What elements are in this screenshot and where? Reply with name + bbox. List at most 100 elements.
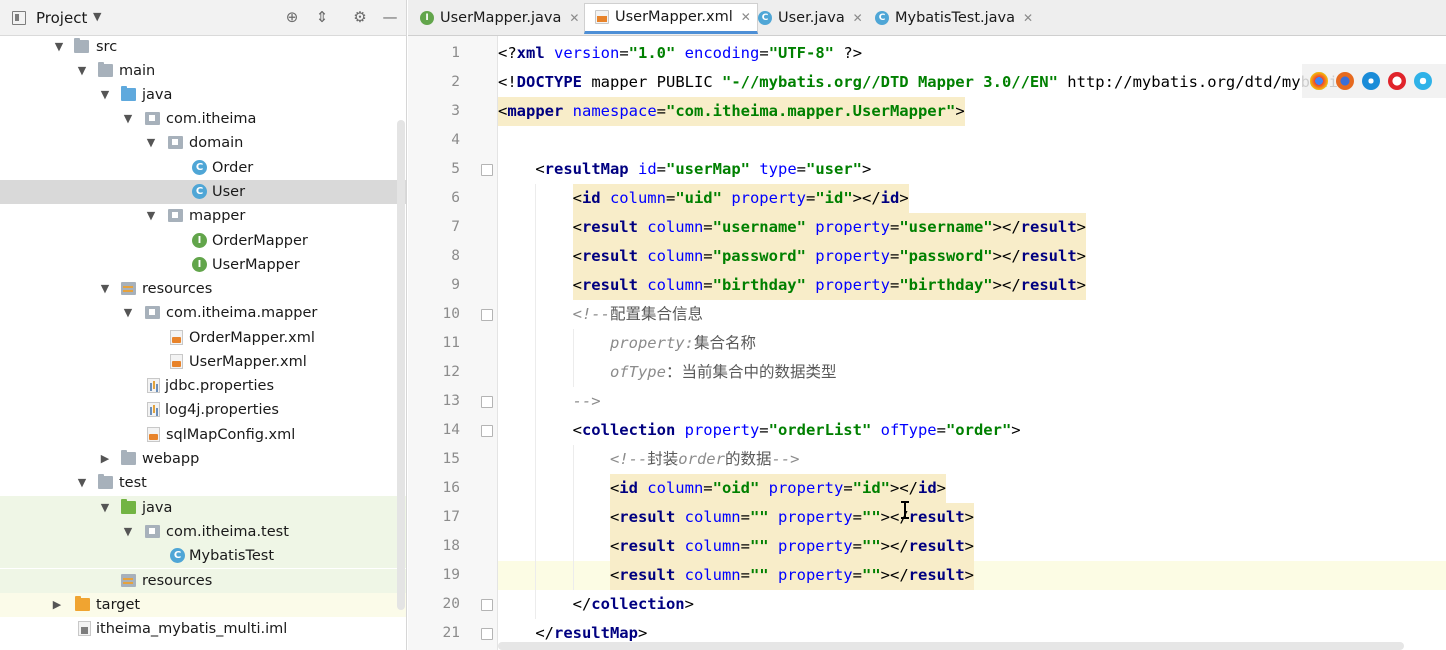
line-number[interactable]: 6 [408, 184, 460, 213]
line-number[interactable]: 16 [408, 474, 460, 503]
chevron-down-icon[interactable]: ▼ [122, 520, 134, 544]
code-line[interactable]: ofType：当前集合中的数据类型 [498, 358, 1446, 387]
line-number[interactable]: 9 [408, 271, 460, 300]
line-number[interactable]: 21 [408, 619, 460, 648]
code-line[interactable] [498, 126, 1446, 155]
tree-item-user[interactable]: C User [0, 180, 406, 204]
chevron-down-icon[interactable]: ▼ [122, 107, 134, 131]
line-number[interactable]: 2 [408, 68, 460, 97]
code-line[interactable]: <result column="" property=""></result> [498, 503, 1446, 532]
chevron-down-icon[interactable]: ▼ [76, 471, 88, 495]
line-number[interactable]: 4 [408, 126, 460, 155]
fold-collapse-icon[interactable] [481, 309, 493, 321]
tree-item-ordermapper-xml[interactable]: OrderMapper.xml [0, 326, 406, 350]
close-icon[interactable]: ✕ [853, 5, 863, 32]
tree-item-domain[interactable]: ▼ domain [0, 131, 406, 155]
tree-item-mybatistest[interactable]: C MybatisTest [0, 544, 406, 568]
chevron-down-icon[interactable]: ▼ [99, 277, 111, 301]
line-number[interactable]: 11 [408, 329, 460, 358]
tree-item-package[interactable]: ▼ com.itheima [0, 107, 406, 131]
firefox-icon[interactable] [1336, 72, 1354, 90]
gear-icon[interactable]: ⚙ [351, 8, 369, 26]
tab-mybatistest-java[interactable]: C MybatisTest.java ✕ [865, 5, 1039, 32]
tree-item-log4j-properties[interactable]: log4j.properties [0, 398, 406, 422]
chevron-down-icon[interactable]: ▼ [145, 131, 157, 155]
tree-item-test-package[interactable]: ▼ com.itheima.test [0, 520, 406, 544]
line-number[interactable]: 5 [408, 155, 460, 184]
tree-item-test[interactable]: ▼ test [0, 471, 406, 495]
tree-item-iml[interactable]: itheima_mybatis_multi.iml [0, 617, 406, 641]
code-line[interactable]: <!--配置集合信息 [498, 300, 1446, 329]
code-line[interactable]: </collection> [498, 590, 1446, 619]
line-number[interactable]: 20 [408, 590, 460, 619]
code-line[interactable]: <collection property="orderList" ofType=… [498, 416, 1446, 445]
tree-item-target[interactable]: ▶ target [0, 593, 406, 617]
edge-icon[interactable] [1414, 72, 1432, 90]
chevron-right-icon[interactable]: ▶ [51, 593, 63, 617]
code-line[interactable]: property:集合名称 [498, 329, 1446, 358]
fold-collapse-icon[interactable] [481, 425, 493, 437]
locate-file-icon[interactable]: ⊕ [283, 8, 301, 26]
tree-item-usermapper[interactable]: I UserMapper [0, 253, 406, 277]
tree-item-src[interactable]: ▼ src [0, 35, 406, 59]
code-line[interactable]: <result column="" property=""></result> [498, 532, 1446, 561]
line-number[interactable]: 10 [408, 300, 460, 329]
code-line[interactable]: <result column="username" property="user… [498, 213, 1446, 242]
tree-item-resources[interactable]: ▼ resources [0, 277, 406, 301]
code-line[interactable]: <resultMap id="userMap" type="user"> [498, 155, 1446, 184]
code-line[interactable]: <id column="oid" property="id"></id> [498, 474, 1446, 503]
fold-collapse-icon[interactable] [481, 164, 493, 176]
chevron-down-icon[interactable]: ▼ [99, 83, 111, 107]
tab-user-java[interactable]: C User.java ✕ [748, 5, 869, 32]
line-number[interactable]: 1 [408, 39, 460, 68]
chevron-down-icon[interactable]: ▼ [145, 204, 157, 228]
chevron-down-icon[interactable]: ▼ [76, 59, 88, 83]
fold-end-icon[interactable] [481, 396, 493, 408]
opera-icon[interactable] [1388, 72, 1406, 90]
tree-item-jdbc-properties[interactable]: jdbc.properties [0, 374, 406, 398]
chevron-down-icon[interactable]: ▼ [122, 301, 134, 325]
tree-item-mapper-package[interactable]: ▼ com.itheima.mapper [0, 301, 406, 325]
fold-end-icon[interactable] [481, 628, 493, 640]
close-icon[interactable]: ✕ [569, 5, 579, 32]
code-line[interactable]: <result column="" property=""></result> [498, 561, 1446, 590]
line-number[interactable]: 3 [408, 97, 460, 126]
line-number[interactable]: 13 [408, 387, 460, 416]
code-line[interactable]: <mapper namespace="com.itheima.mapper.Us… [498, 97, 1446, 126]
chevron-right-icon[interactable]: ▶ [99, 447, 111, 471]
line-number[interactable]: 8 [408, 242, 460, 271]
horizontal-scrollbar[interactable] [498, 642, 1404, 650]
close-icon[interactable]: ✕ [1023, 5, 1033, 32]
tree-item-mapper[interactable]: ▼ mapper [0, 204, 406, 228]
chrome-icon[interactable] [1310, 72, 1328, 90]
collapse-all-icon[interactable]: ⇕ [313, 8, 331, 26]
tab-usermapper-java[interactable]: I UserMapper.java ✕ [410, 5, 585, 32]
tree-item-ordermapper[interactable]: I OrderMapper [0, 229, 406, 253]
line-number[interactable]: 17 [408, 503, 460, 532]
project-view-selector[interactable]: Project [36, 9, 87, 27]
line-number[interactable]: 19 [408, 561, 460, 590]
chevron-down-icon[interactable]: ▼ [99, 496, 111, 520]
tree-item-test-resources[interactable]: resources [0, 569, 406, 593]
tree-item-order[interactable]: C Order [0, 156, 406, 180]
tree-item-usermapper-xml[interactable]: UserMapper.xml [0, 350, 406, 374]
code-line[interactable]: <result column="password" property="pass… [498, 242, 1446, 271]
code-line[interactable]: <!--封装order的数据--> [498, 445, 1446, 474]
tree-item-test-java[interactable]: ▼ java [0, 496, 406, 520]
chevron-down-icon[interactable]: ▼ [93, 10, 101, 23]
hide-panel-icon[interactable]: — [381, 8, 399, 26]
line-number[interactable]: 7 [408, 213, 460, 242]
line-number[interactable]: 18 [408, 532, 460, 561]
chevron-down-icon[interactable]: ▼ [53, 35, 65, 59]
fold-end-icon[interactable] [481, 599, 493, 611]
tab-usermapper-xml[interactable]: UserMapper.xml ✕ [584, 3, 758, 34]
line-number[interactable]: 14 [408, 416, 460, 445]
line-number[interactable]: 12 [408, 358, 460, 387]
code-line[interactable]: <result column="birthday" property="birt… [498, 271, 1446, 300]
tree-item-main[interactable]: ▼ main [0, 59, 406, 83]
code-line[interactable]: --> [498, 387, 1446, 416]
tree-scrollbar[interactable] [397, 120, 405, 610]
line-number[interactable]: 15 [408, 445, 460, 474]
code-line[interactable]: <id column="uid" property="id"></id> [498, 184, 1446, 213]
tree-item-sqlmapconfig-xml[interactable]: sqlMapConfig.xml [0, 423, 406, 447]
